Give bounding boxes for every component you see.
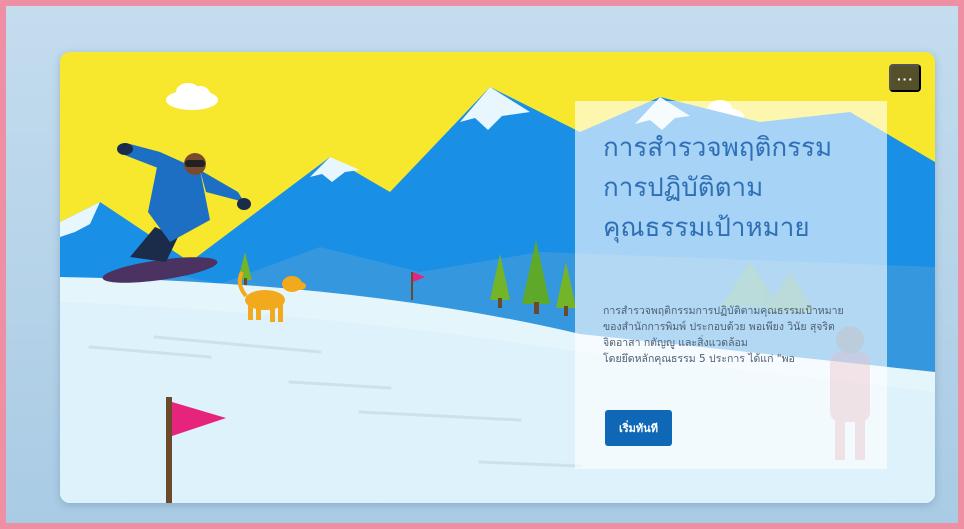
survey-card: ··· การสำรวจพฤติกรรมการปฏิบัติตามคุณธรรม… xyxy=(60,52,935,503)
more-options-button[interactable]: ··· xyxy=(889,64,921,92)
survey-description: การสำรวจพฤติกรรมการปฏิบัติตามคุณธรรมเป้า… xyxy=(603,305,844,365)
survey-info-panel: การสำรวจพฤติกรรมการปฏิบัติตามคุณธรรมเป้า… xyxy=(575,101,887,469)
survey-title: การสำรวจพฤติกรรมการปฏิบัติตามคุณธรรมเป้า… xyxy=(603,132,833,242)
start-now-button[interactable]: เริ่มทันที xyxy=(605,410,672,446)
page-frame: ··· การสำรวจพฤติกรรมการปฏิบัติตามคุณธรรม… xyxy=(0,0,964,529)
